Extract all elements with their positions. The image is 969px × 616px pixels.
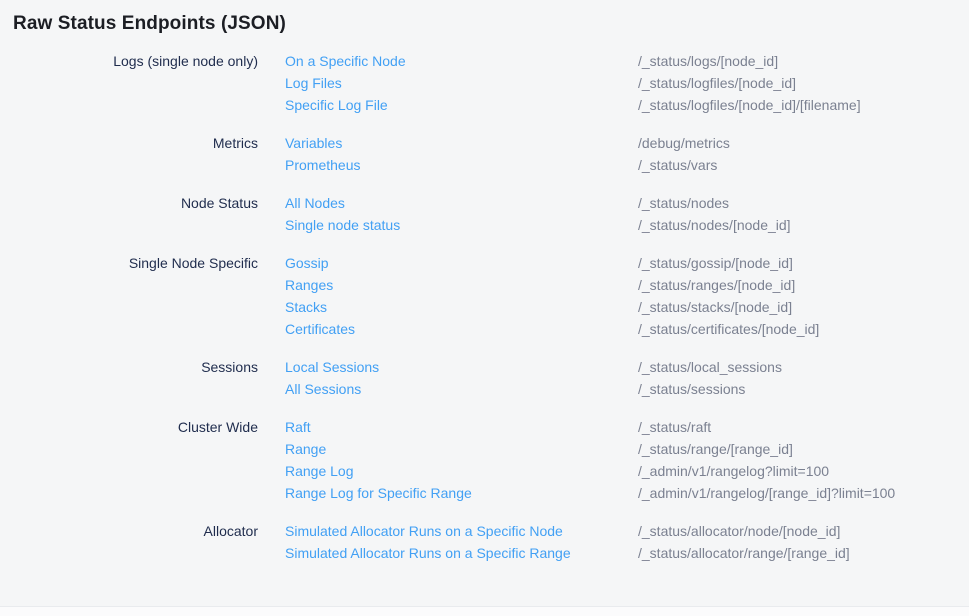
endpoint-link[interactable]: Stacks bbox=[285, 296, 638, 318]
endpoint-row: Range /_status/range/[range_id] bbox=[285, 438, 969, 460]
endpoint-link[interactable]: Range Log for Specific Range bbox=[285, 482, 638, 504]
category-label: Cluster Wide bbox=[0, 416, 258, 504]
endpoint-link[interactable]: Specific Log File bbox=[285, 94, 638, 116]
entry-list: Raft /_status/raft Range /_status/range/… bbox=[285, 416, 969, 504]
endpoint-row: Range Log /_admin/v1/rangelog?limit=100 bbox=[285, 460, 969, 482]
raw-status-endpoints-page: Raw Status Endpoints (JSON) Logs (single… bbox=[0, 13, 969, 564]
endpoint-link[interactable]: Single node status bbox=[285, 214, 638, 236]
endpoint-row: On a Specific Node /_status/logs/[node_i… bbox=[285, 50, 969, 72]
endpoint-link[interactable]: Range bbox=[285, 438, 638, 460]
endpoint-path: /_status/nodes/[node_id] bbox=[638, 214, 969, 236]
endpoint-path: /_status/raft bbox=[638, 416, 969, 438]
endpoint-group: Metrics Variables /debug/metrics Prometh… bbox=[0, 132, 969, 176]
endpoint-row: Log Files /_status/logfiles/[node_id] bbox=[285, 72, 969, 94]
endpoint-path: /_status/logfiles/[node_id] bbox=[638, 72, 969, 94]
entry-list: All Nodes /_status/nodes Single node sta… bbox=[285, 192, 969, 236]
entry-list: Gossip /_status/gossip/[node_id] Ranges … bbox=[285, 252, 969, 340]
category-label: Sessions bbox=[0, 356, 258, 400]
endpoint-path: /_status/logs/[node_id] bbox=[638, 50, 969, 72]
endpoint-link[interactable]: Log Files bbox=[285, 72, 638, 94]
endpoint-row: Variables /debug/metrics bbox=[285, 132, 969, 154]
endpoint-path: /_status/certificates/[node_id] bbox=[638, 318, 969, 340]
endpoint-row: Local Sessions /_status/local_sessions bbox=[285, 356, 969, 378]
endpoint-row: All Nodes /_status/nodes bbox=[285, 192, 969, 214]
endpoint-link[interactable]: Raft bbox=[285, 416, 638, 438]
endpoint-row: All Sessions /_status/sessions bbox=[285, 378, 969, 400]
entry-list: Local Sessions /_status/local_sessions A… bbox=[285, 356, 969, 400]
endpoint-link[interactable]: Range Log bbox=[285, 460, 638, 482]
endpoint-path: /_status/nodes bbox=[638, 192, 969, 214]
endpoint-path: /_status/allocator/range/[range_id] bbox=[638, 542, 969, 564]
endpoint-path: /_status/gossip/[node_id] bbox=[638, 252, 969, 274]
endpoint-group: Logs (single node only) On a Specific No… bbox=[0, 50, 969, 116]
endpoint-path: /_status/sessions bbox=[638, 378, 969, 400]
endpoint-row: Specific Log File /_status/logfiles/[nod… bbox=[285, 94, 969, 116]
endpoint-group: Cluster Wide Raft /_status/raft Range /_… bbox=[0, 416, 969, 504]
endpoint-path: /_status/stacks/[node_id] bbox=[638, 296, 969, 318]
entry-list: Simulated Allocator Runs on a Specific N… bbox=[285, 520, 969, 564]
endpoint-row: Gossip /_status/gossip/[node_id] bbox=[285, 252, 969, 274]
category-label: Node Status bbox=[0, 192, 258, 236]
endpoint-row: Simulated Allocator Runs on a Specific R… bbox=[285, 542, 969, 564]
endpoint-row: Stacks /_status/stacks/[node_id] bbox=[285, 296, 969, 318]
endpoint-link[interactable]: Simulated Allocator Runs on a Specific R… bbox=[285, 542, 638, 564]
endpoint-link[interactable]: Local Sessions bbox=[285, 356, 638, 378]
endpoint-link[interactable]: Gossip bbox=[285, 252, 638, 274]
page-title: Raw Status Endpoints (JSON) bbox=[13, 13, 969, 35]
endpoint-group: Sessions Local Sessions /_status/local_s… bbox=[0, 356, 969, 400]
endpoint-path: /_status/ranges/[node_id] bbox=[638, 274, 969, 296]
endpoint-groups: Logs (single node only) On a Specific No… bbox=[0, 50, 969, 564]
endpoint-row: Range Log for Specific Range /_admin/v1/… bbox=[285, 482, 969, 504]
endpoint-path: /_status/vars bbox=[638, 154, 969, 176]
entry-list: Variables /debug/metrics Prometheus /_st… bbox=[285, 132, 969, 176]
endpoint-link[interactable]: All Nodes bbox=[285, 192, 638, 214]
endpoint-group: Node Status All Nodes /_status/nodes Sin… bbox=[0, 192, 969, 236]
endpoint-link[interactable]: Variables bbox=[285, 132, 638, 154]
endpoint-row: Simulated Allocator Runs on a Specific N… bbox=[285, 520, 969, 542]
endpoint-link[interactable]: All Sessions bbox=[285, 378, 638, 400]
endpoint-row: Raft /_status/raft bbox=[285, 416, 969, 438]
category-label: Logs (single node only) bbox=[0, 50, 258, 116]
endpoint-group: Single Node Specific Gossip /_status/gos… bbox=[0, 252, 969, 340]
endpoint-path: /_admin/v1/rangelog?limit=100 bbox=[638, 460, 969, 482]
endpoint-path: /_status/range/[range_id] bbox=[638, 438, 969, 460]
endpoint-link[interactable]: Simulated Allocator Runs on a Specific N… bbox=[285, 520, 638, 542]
endpoint-row: Single node status /_status/nodes/[node_… bbox=[285, 214, 969, 236]
endpoint-row: Ranges /_status/ranges/[node_id] bbox=[285, 274, 969, 296]
endpoint-path: /_status/local_sessions bbox=[638, 356, 969, 378]
category-label: Single Node Specific bbox=[0, 252, 258, 340]
endpoint-link[interactable]: Prometheus bbox=[285, 154, 638, 176]
endpoint-link[interactable]: On a Specific Node bbox=[285, 50, 638, 72]
endpoint-group: Allocator Simulated Allocator Runs on a … bbox=[0, 520, 969, 564]
footer-strip bbox=[0, 606, 969, 616]
endpoint-path: /_status/allocator/node/[node_id] bbox=[638, 520, 969, 542]
category-label: Metrics bbox=[0, 132, 258, 176]
endpoint-link[interactable]: Ranges bbox=[285, 274, 638, 296]
category-label: Allocator bbox=[0, 520, 258, 564]
endpoint-path: /_admin/v1/rangelog/[range_id]?limit=100 bbox=[638, 482, 969, 504]
endpoint-path: /debug/metrics bbox=[638, 132, 969, 154]
endpoint-path: /_status/logfiles/[node_id]/[filename] bbox=[638, 94, 969, 116]
endpoint-link[interactable]: Certificates bbox=[285, 318, 638, 340]
entry-list: On a Specific Node /_status/logs/[node_i… bbox=[285, 50, 969, 116]
endpoint-row: Certificates /_status/certificates/[node… bbox=[285, 318, 969, 340]
endpoint-row: Prometheus /_status/vars bbox=[285, 154, 969, 176]
